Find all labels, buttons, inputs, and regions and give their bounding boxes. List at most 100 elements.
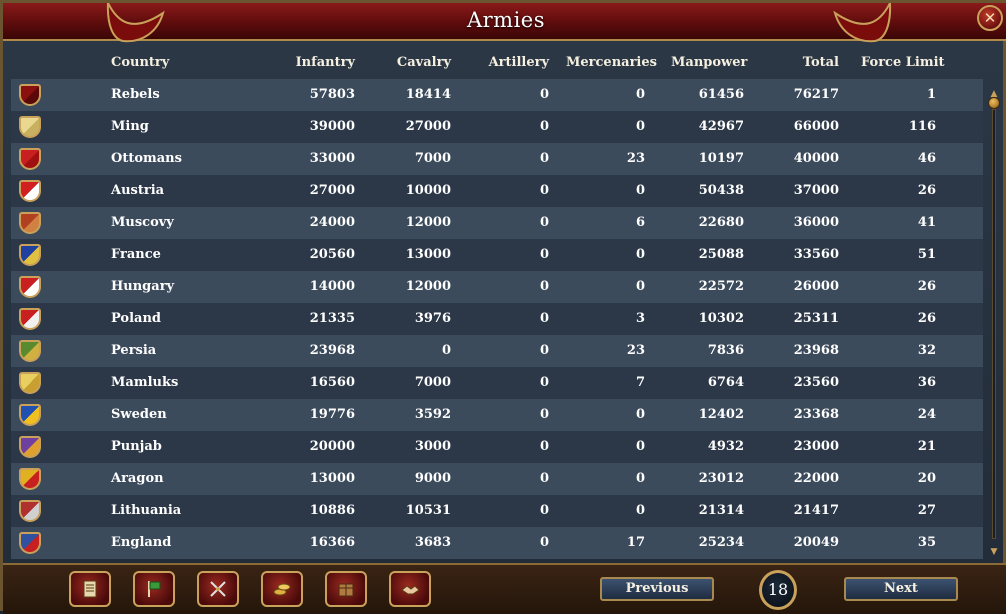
table-row[interactable]: Muscovy 24000 12000 0 6 22680 36000 41	[11, 207, 983, 239]
column-header-total[interactable]: Total	[771, 47, 839, 79]
table-row[interactable]: Poland 21335 3976 0 3 10302 25311 26	[11, 303, 983, 335]
cell-infantry: 27000	[309, 183, 355, 198]
table-row[interactable]: England 16366 3683 0 17 25234 20049 35	[11, 527, 983, 559]
country-shield-icon[interactable]	[19, 308, 41, 330]
table-row[interactable]: Persia 23968 0 0 23 7836 23968 32	[11, 335, 983, 367]
table-row[interactable]: Ottomans 33000 7000 0 23 10197 40000 46	[11, 143, 983, 175]
country-name[interactable]: Persia	[111, 335, 251, 367]
cell-infantry: 39000	[309, 119, 355, 134]
country-shield-icon[interactable]	[19, 84, 41, 106]
column-header-force-limit[interactable]: Force Limit	[861, 47, 945, 79]
country-name[interactable]: Ming	[111, 111, 251, 143]
table-row[interactable]: Hungary 14000 12000 0 0 22572 26000 26	[11, 271, 983, 303]
coins-icon	[273, 583, 291, 596]
ledger-icon	[83, 580, 97, 598]
country-name[interactable]: Punjab	[111, 431, 251, 463]
country-name[interactable]: Austria	[111, 175, 251, 207]
country-shield-icon[interactable]	[19, 500, 41, 522]
close-button[interactable]: ✕	[977, 5, 1003, 31]
flag-button[interactable]	[133, 571, 175, 607]
cell-artillery: 0	[539, 151, 549, 166]
column-header-manpower[interactable]: Manpower	[671, 47, 747, 79]
column-header-artillery[interactable]: Artillery	[481, 47, 549, 79]
table-row[interactable]: Aragon 13000 9000 0 0 23012 22000 20	[11, 463, 983, 495]
country-name[interactable]: Ottomans	[111, 143, 251, 175]
country-shield-icon[interactable]	[19, 116, 41, 138]
cell-manpower: 61456	[698, 87, 744, 102]
handshake-icon	[401, 585, 420, 595]
cell-mercenaries: 0	[635, 407, 645, 422]
country-name[interactable]: Rebels	[111, 79, 251, 111]
table-row[interactable]: Rebels 57803 18414 0 0 61456 76217 1	[11, 79, 983, 111]
cell-mercenaries: 0	[635, 471, 645, 486]
table-row[interactable]: Ming 39000 27000 0 0 42967 66000 116	[11, 111, 983, 143]
country-shield-icon[interactable]	[19, 372, 41, 394]
country-shield-icon[interactable]	[19, 404, 41, 426]
country-name[interactable]: Sweden	[111, 399, 251, 431]
cell-infantry: 33000	[309, 151, 355, 166]
country-shield-icon[interactable]	[19, 148, 41, 170]
scroll-thumb[interactable]	[988, 97, 1000, 109]
cell-cavalry: 3592	[414, 407, 451, 422]
cell-total: 25311	[793, 311, 839, 326]
coins-button[interactable]	[261, 571, 303, 607]
table-row[interactable]: Austria 27000 10000 0 0 50438 37000 26	[11, 175, 983, 207]
scroll-down-icon[interactable]: ▼	[989, 547, 999, 557]
column-header-cavalry[interactable]: Cavalry	[381, 47, 451, 79]
country-shield-icon[interactable]	[19, 468, 41, 490]
table-row[interactable]: Sweden 19776 3592 0 0 12402 23368 24	[11, 399, 983, 431]
cell-cavalry: 13000	[405, 247, 451, 262]
cell-artillery: 0	[539, 247, 549, 262]
column-header-infantry[interactable]: Infantry	[281, 47, 355, 79]
cell-mercenaries: 23	[626, 151, 645, 166]
handshake-button[interactable]	[389, 571, 431, 607]
country-name[interactable]: Muscovy	[111, 207, 251, 239]
previous-button[interactable]: Previous	[600, 577, 714, 601]
country-shield-icon[interactable]	[19, 436, 41, 458]
cell-force-limit: 41	[917, 215, 936, 230]
country-name[interactable]: England	[111, 527, 251, 559]
country-name[interactable]: Lithuania	[111, 495, 251, 527]
country-shield-icon[interactable]	[19, 244, 41, 266]
crossed-swords-button[interactable]	[197, 571, 239, 607]
cell-manpower: 10302	[698, 311, 744, 326]
country-name[interactable]: France	[111, 239, 251, 271]
cell-total: 20049	[793, 535, 839, 550]
cell-mercenaries: 0	[635, 279, 645, 294]
country-name[interactable]: Mamluks	[111, 367, 251, 399]
table-row[interactable]: France 20560 13000 0 0 25088 33560 51	[11, 239, 983, 271]
armies-window: Armies ✕ Country Infantry Cavalry Artill…	[0, 0, 1006, 614]
cell-mercenaries: 0	[635, 87, 645, 102]
close-icon: ✕	[983, 9, 997, 27]
cell-total: 21417	[793, 503, 839, 518]
column-header-country[interactable]: Country	[111, 47, 251, 79]
flag-icon	[148, 581, 161, 597]
country-shield-icon[interactable]	[19, 180, 41, 202]
cell-total: 66000	[793, 119, 839, 134]
ledger-button[interactable]	[69, 571, 111, 607]
cell-manpower: 25088	[698, 247, 744, 262]
country-shield-icon[interactable]	[19, 212, 41, 234]
column-header-mercenaries[interactable]: Mercenaries	[566, 47, 657, 79]
country-name[interactable]: Poland	[111, 303, 251, 335]
country-shield-icon[interactable]	[19, 340, 41, 362]
country-name[interactable]: Aragon	[111, 463, 251, 495]
cell-force-limit: 24	[917, 407, 936, 422]
next-button[interactable]: Next	[844, 577, 958, 601]
cell-mercenaries: 0	[635, 503, 645, 518]
country-shield-icon[interactable]	[19, 276, 41, 298]
table-row[interactable]: Lithuania 10886 10531 0 0 21314 21417 27	[11, 495, 983, 527]
country-name[interactable]: Hungary	[111, 271, 251, 303]
country-shield-icon[interactable]	[19, 532, 41, 554]
scroll-track[interactable]	[992, 109, 996, 539]
scrollbar[interactable]: ▲ ▼	[987, 89, 1001, 559]
crate-button[interactable]	[325, 571, 367, 607]
cell-force-limit: 20	[917, 471, 936, 486]
cell-cavalry: 7000	[414, 375, 451, 390]
cell-manpower: 23012	[698, 471, 744, 486]
table-row[interactable]: Mamluks 16560 7000 0 7 6764 23560 36	[11, 367, 983, 399]
cell-mercenaries: 0	[635, 247, 645, 262]
cell-artillery: 0	[539, 407, 549, 422]
table-row[interactable]: Punjab 20000 3000 0 0 4932 23000 21	[11, 431, 983, 463]
page-number: 18	[759, 570, 797, 610]
